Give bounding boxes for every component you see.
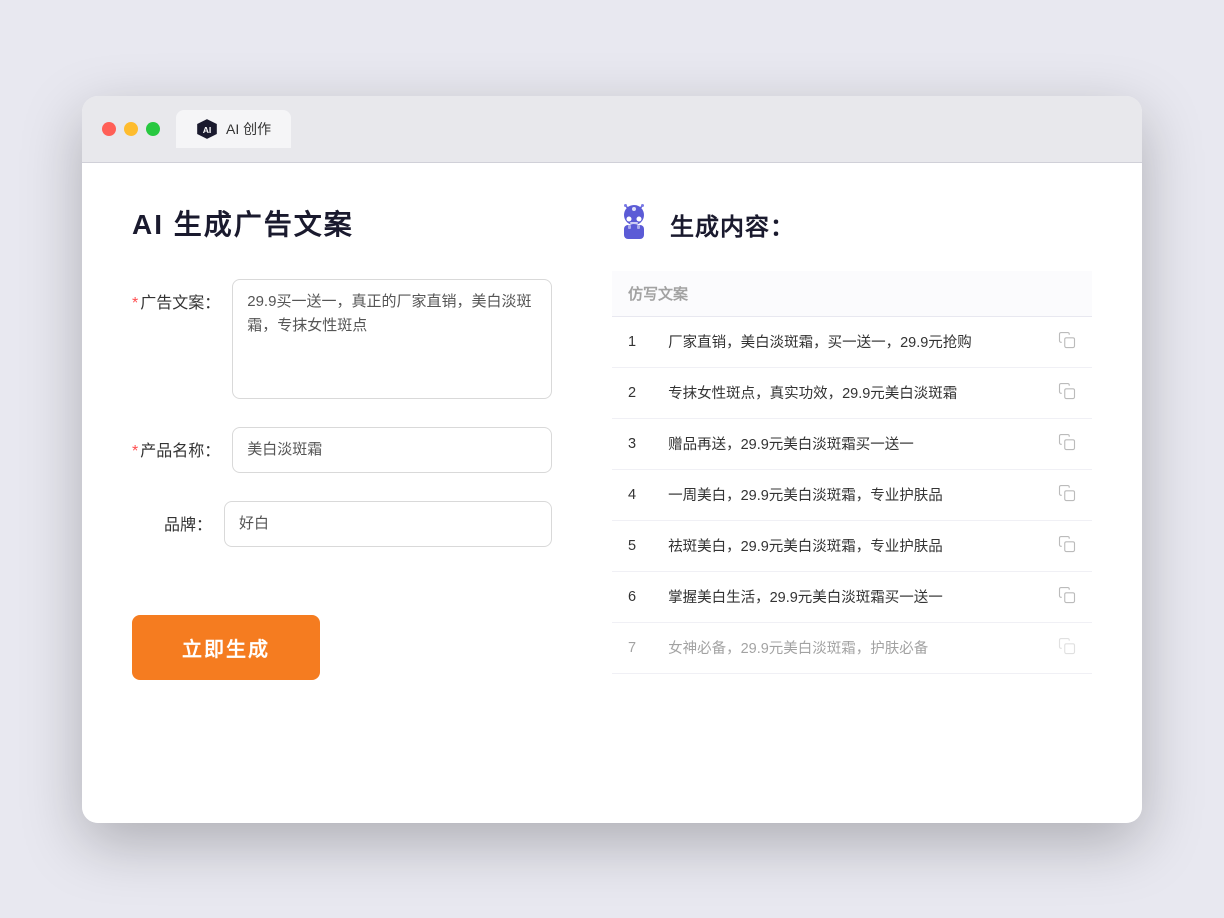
content-area: AI 生成广告文案 *广告文案： *产品名称： 品牌： 立 bbox=[82, 163, 1142, 823]
row-number: 4 bbox=[612, 469, 652, 520]
row-number: 5 bbox=[612, 520, 652, 571]
row-text: 女神必备，29.9元美白淡斑霜，护肤必备 bbox=[652, 622, 1042, 673]
copy-button[interactable] bbox=[1042, 418, 1092, 469]
table-header: 仿写文案 bbox=[612, 271, 1092, 317]
row-text: 一周美白，29.9元美白淡斑霜，专业护肤品 bbox=[652, 469, 1042, 520]
tab-label: AI 创作 bbox=[226, 119, 271, 139]
row-number: 7 bbox=[612, 622, 652, 673]
maximize-button[interactable] bbox=[146, 122, 160, 136]
robot-icon bbox=[612, 203, 656, 247]
ai-tab[interactable]: AI AI 创作 bbox=[176, 110, 291, 148]
svg-text:AI: AI bbox=[203, 124, 212, 134]
row-number: 1 bbox=[612, 316, 652, 367]
right-panel: 生成内容： 仿写文案 1厂家直销，美白淡斑霜，买一送一，29.9元抢购2专抹女性… bbox=[612, 203, 1092, 783]
row-text: 厂家直销，美白淡斑霜，买一送一，29.9元抢购 bbox=[652, 316, 1042, 367]
row-number: 2 bbox=[612, 367, 652, 418]
ad-copy-input[interactable] bbox=[232, 279, 552, 399]
table-row: 1厂家直销，美白淡斑霜，买一送一，29.9元抢购 bbox=[612, 316, 1092, 367]
ad-copy-group: *广告文案： bbox=[132, 279, 552, 399]
required-mark-product: * bbox=[132, 443, 138, 460]
row-text: 赠品再送，29.9元美白淡斑霜买一送一 bbox=[652, 418, 1042, 469]
close-button[interactable] bbox=[102, 122, 116, 136]
page-title: AI 生成广告文案 bbox=[132, 203, 552, 243]
ai-logo-icon: AI bbox=[196, 118, 218, 140]
copy-button[interactable] bbox=[1042, 520, 1092, 571]
browser-window: AI AI 创作 AI 生成广告文案 *广告文案： *产品名称： bbox=[82, 96, 1142, 823]
copy-button[interactable] bbox=[1042, 367, 1092, 418]
row-text: 掌握美白生活，29.9元美白淡斑霜买一送一 bbox=[652, 571, 1042, 622]
right-panel-title: 生成内容： bbox=[670, 207, 795, 242]
right-header: 生成内容： bbox=[612, 203, 1092, 247]
product-name-input[interactable] bbox=[232, 427, 552, 473]
row-number: 6 bbox=[612, 571, 652, 622]
table-row: 4一周美白，29.9元美白淡斑霜，专业护肤品 bbox=[612, 469, 1092, 520]
results-table: 仿写文案 1厂家直销，美白淡斑霜，买一送一，29.9元抢购2专抹女性斑点，真实功… bbox=[612, 271, 1092, 674]
copy-button[interactable] bbox=[1042, 469, 1092, 520]
row-text: 祛斑美白，29.9元美白淡斑霜，专业护肤品 bbox=[652, 520, 1042, 571]
row-number: 3 bbox=[612, 418, 652, 469]
copy-button[interactable] bbox=[1042, 316, 1092, 367]
table-row: 6掌握美白生活，29.9元美白淡斑霜买一送一 bbox=[612, 571, 1092, 622]
ad-copy-label: *广告文案： bbox=[132, 279, 220, 313]
row-text: 专抹女性斑点，真实功效，29.9元美白淡斑霜 bbox=[652, 367, 1042, 418]
table-row: 3赠品再送，29.9元美白淡斑霜买一送一 bbox=[612, 418, 1092, 469]
product-name-group: *产品名称： bbox=[132, 427, 552, 473]
copy-button[interactable] bbox=[1042, 622, 1092, 673]
brand-group: 品牌： bbox=[132, 501, 552, 547]
title-bar: AI AI 创作 bbox=[82, 96, 1142, 163]
table-row: 5祛斑美白，29.9元美白淡斑霜，专业护肤品 bbox=[612, 520, 1092, 571]
brand-input[interactable] bbox=[224, 501, 552, 547]
brand-label: 品牌： bbox=[132, 501, 212, 535]
minimize-button[interactable] bbox=[124, 122, 138, 136]
table-row: 2专抹女性斑点，真实功效，29.9元美白淡斑霜 bbox=[612, 367, 1092, 418]
generate-button[interactable]: 立即生成 bbox=[132, 615, 320, 680]
left-panel: AI 生成广告文案 *广告文案： *产品名称： 品牌： 立 bbox=[132, 203, 552, 783]
table-row: 7女神必备，29.9元美白淡斑霜，护肤必备 bbox=[612, 622, 1092, 673]
product-name-label: *产品名称： bbox=[132, 427, 220, 461]
copy-button[interactable] bbox=[1042, 571, 1092, 622]
traffic-lights bbox=[102, 122, 160, 136]
required-mark-ad: * bbox=[132, 295, 138, 312]
